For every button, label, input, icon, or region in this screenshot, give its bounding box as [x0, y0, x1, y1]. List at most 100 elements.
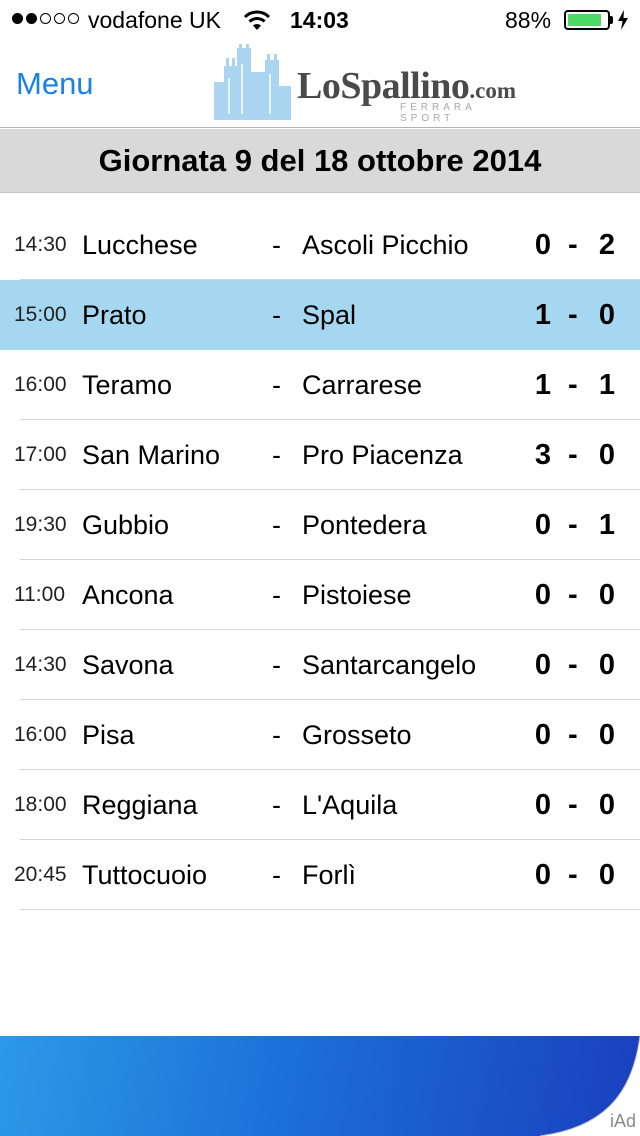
iad-label: iAd	[609, 1111, 636, 1131]
away-score: 0	[598, 859, 616, 891]
team-separator: -	[272, 440, 281, 470]
away-score: 1	[598, 369, 616, 401]
home-team: Pisa	[82, 720, 135, 750]
castle-towers-icon	[214, 44, 291, 120]
score-separator: -	[568, 649, 578, 681]
signal-dot	[12, 13, 23, 24]
score-separator: -	[568, 789, 578, 821]
home-score: 0	[534, 509, 552, 541]
signal-dot	[26, 13, 37, 24]
score-separator: -	[568, 579, 578, 611]
match-row[interactable]: 20:45 Tuttocuoio - Forlì 0-0	[0, 840, 640, 910]
score-separator: -	[568, 859, 578, 891]
match-row[interactable]: 14:30 Savona - Santarcangelo 0-0	[0, 630, 640, 700]
home-team: Ancona	[82, 580, 174, 610]
match-time: 14:30	[14, 233, 67, 256]
score-separator: -	[568, 509, 578, 541]
match-row[interactable]: 17:00 San Marino - Pro Piacenza 3-0	[0, 420, 640, 490]
match-time: 11:00	[14, 583, 65, 606]
match-time: 16:00	[14, 723, 67, 746]
home-score: 0	[534, 649, 552, 681]
away-team: Carrarese	[302, 370, 423, 400]
team-separator: -	[272, 790, 281, 820]
away-team: Pistoiese	[302, 580, 412, 610]
lospallino-logo: LoSpallino.com FERRARA SPORT	[212, 44, 532, 124]
ad-corner-curl-icon	[539, 1036, 640, 1136]
match-row[interactable]: 16:00 Teramo - Carrarese 1-1	[0, 350, 640, 420]
team-separator: -	[272, 230, 281, 260]
score-separator: -	[568, 229, 578, 261]
home-score: 1	[534, 369, 552, 401]
navigation-bar: Menu LoSpallino.com FERRARA SPORT	[0, 40, 640, 128]
match-time: 14:30	[14, 653, 67, 676]
away-team: Santarcangelo	[302, 650, 477, 680]
team-separator: -	[272, 650, 281, 680]
score-separator: -	[568, 369, 578, 401]
home-team: Prato	[82, 300, 147, 330]
score-separator: -	[568, 299, 578, 331]
home-score: 1	[534, 299, 552, 331]
round-title: Giornata 9 del 18 ottobre 2014	[98, 143, 542, 178]
match-row[interactable]: 16:00 Pisa - Grosseto 0-0	[0, 700, 640, 770]
menu-button[interactable]: Menu	[16, 66, 94, 102]
iad-banner[interactable]: iAd	[0, 1036, 640, 1136]
row-divider	[20, 909, 640, 910]
match-time: 19:30	[14, 513, 67, 536]
round-header: Giornata 9 del 18 ottobre 2014	[0, 129, 640, 193]
home-team: Reggiana	[82, 790, 198, 820]
away-score: 1	[598, 509, 616, 541]
logo-tagline: FERRARA SPORT	[400, 102, 476, 124]
team-separator: -	[272, 370, 281, 400]
score-separator: -	[568, 439, 578, 471]
match-row[interactable]: 18:00 Reggiana - L'Aquila 0-0	[0, 770, 640, 840]
battery-percentage: 88%	[505, 7, 552, 33]
team-separator: -	[272, 580, 281, 610]
home-team: Lucchese	[82, 230, 198, 260]
match-time: 17:00	[14, 443, 67, 466]
away-team: Ascoli Picchio	[302, 230, 469, 260]
away-team: Forlì	[302, 860, 356, 890]
match-row[interactable]: 19:30 Gubbio - Pontedera 0-1	[0, 490, 640, 560]
home-team: Savona	[82, 650, 174, 680]
team-separator: -	[272, 860, 281, 890]
signal-dot	[68, 13, 79, 24]
away-score: 0	[598, 299, 616, 331]
signal-dot	[40, 13, 51, 24]
home-team: Gubbio	[82, 510, 170, 540]
home-score: 0	[534, 719, 552, 751]
team-separator: -	[272, 510, 281, 540]
home-score: 3	[534, 439, 552, 471]
score-separator: -	[568, 719, 578, 751]
away-score: 0	[598, 579, 616, 611]
match-time: 15:00	[14, 303, 67, 326]
away-score: 0	[598, 439, 616, 471]
home-score: 0	[534, 859, 552, 891]
charging-bolt-icon	[618, 10, 628, 30]
home-score: 0	[534, 229, 552, 261]
battery-icon	[564, 10, 610, 30]
match-list: 14:30 Lucchese - Ascoli Picchio 0-2 15:00 Prat…	[0, 210, 640, 910]
carrier-name: vodafone UK	[88, 7, 221, 33]
team-separator: -	[272, 720, 281, 750]
away-score: 0	[598, 719, 616, 751]
home-score: 0	[534, 579, 552, 611]
home-team: Teramo	[82, 370, 173, 400]
away-score: 0	[598, 649, 616, 681]
away-team: Pro Piacenza	[302, 440, 463, 470]
match-row[interactable]: 15:00 Prato - Spal 1-0	[0, 280, 640, 350]
status-bar: vodafone UK 14:03 88%	[0, 0, 640, 40]
match-time: 20:45	[14, 863, 67, 886]
home-team: San Marino	[82, 440, 221, 470]
away-team: Pontedera	[302, 510, 427, 540]
match-row[interactable]: 14:30 Lucchese - Ascoli Picchio 0-2	[0, 210, 640, 280]
away-score: 2	[598, 229, 616, 261]
status-time: 14:03	[290, 7, 349, 33]
match-row[interactable]: 11:00 Ancona - Pistoiese 0-0	[0, 560, 640, 630]
match-time: 18:00	[14, 793, 67, 816]
away-team: Grosseto	[302, 720, 412, 750]
battery-tip	[610, 16, 613, 24]
away-team: L'Aquila	[302, 790, 398, 820]
away-team: Spal	[302, 300, 357, 330]
team-separator: -	[272, 300, 281, 330]
match-time: 16:00	[14, 373, 67, 396]
